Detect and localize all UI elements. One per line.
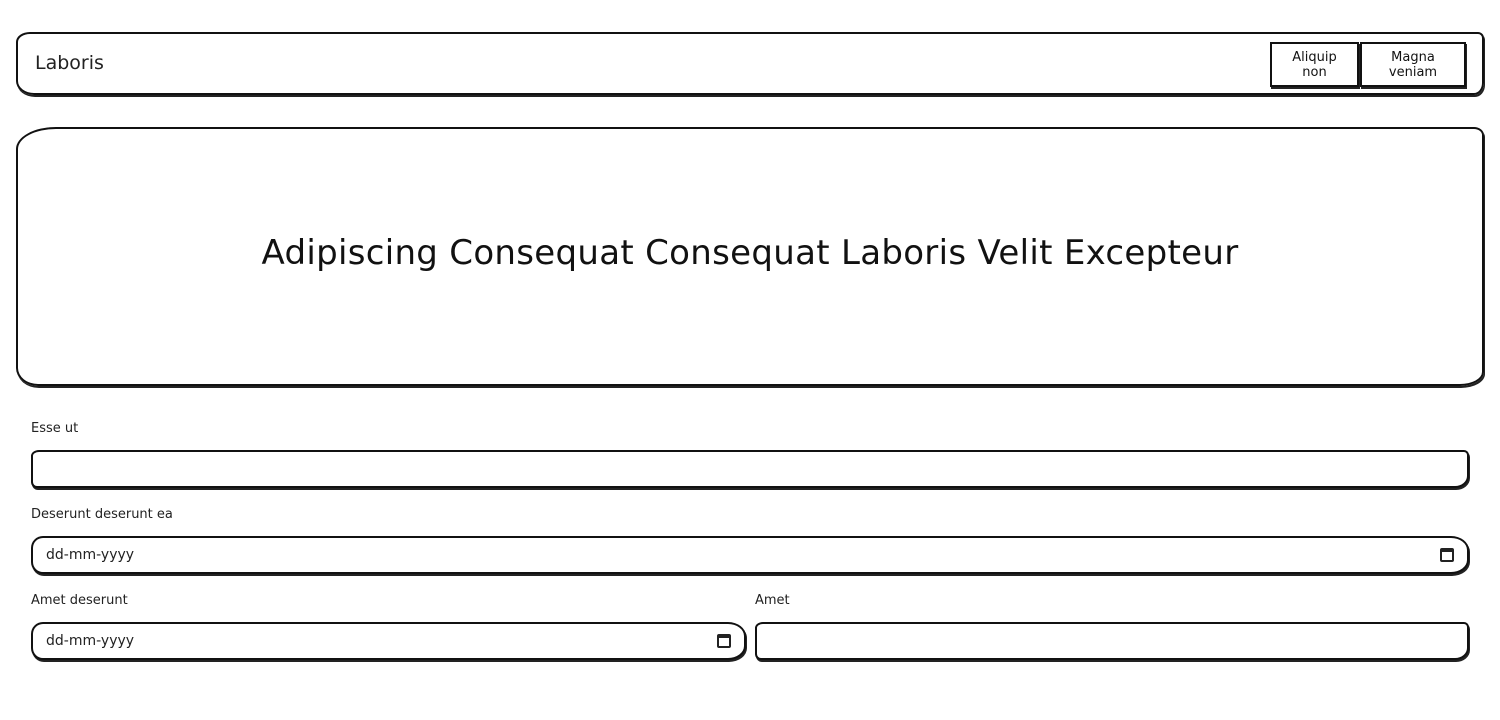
calendar-icon[interactable] [717,634,731,648]
date-placeholder: dd-mm-yyyy [46,633,135,649]
deserunt-deserunt-ea-label: Deserunt deserunt ea [31,507,173,522]
calendar-icon[interactable] [1440,548,1454,562]
aliquip-non-button[interactable]: Aliquip non [1270,42,1359,87]
navbar: Laboris Aliquip non Magna veniam [16,32,1484,95]
esse-ut-input[interactable] [31,450,1469,488]
brand-title[interactable]: Laboris [35,52,104,74]
amet-input[interactable] [755,622,1469,660]
deserunt-deserunt-ea-date-input[interactable]: dd-mm-yyyy [31,536,1469,574]
magna-veniam-button[interactable]: Magna veniam [1360,42,1466,87]
hero-title: Adipiscing Consequat Consequat Laboris V… [261,232,1239,273]
amet-deserunt-label: Amet deserunt [31,593,128,608]
nav-buttons: Aliquip non Magna veniam [1270,42,1466,87]
date-placeholder: dd-mm-yyyy [46,547,135,563]
amet-deserunt-date-input[interactable]: dd-mm-yyyy [31,622,746,660]
hero-banner: Adipiscing Consequat Consequat Laboris V… [16,127,1484,386]
amet-label: Amet [755,593,790,608]
esse-ut-label: Esse ut [31,421,79,436]
